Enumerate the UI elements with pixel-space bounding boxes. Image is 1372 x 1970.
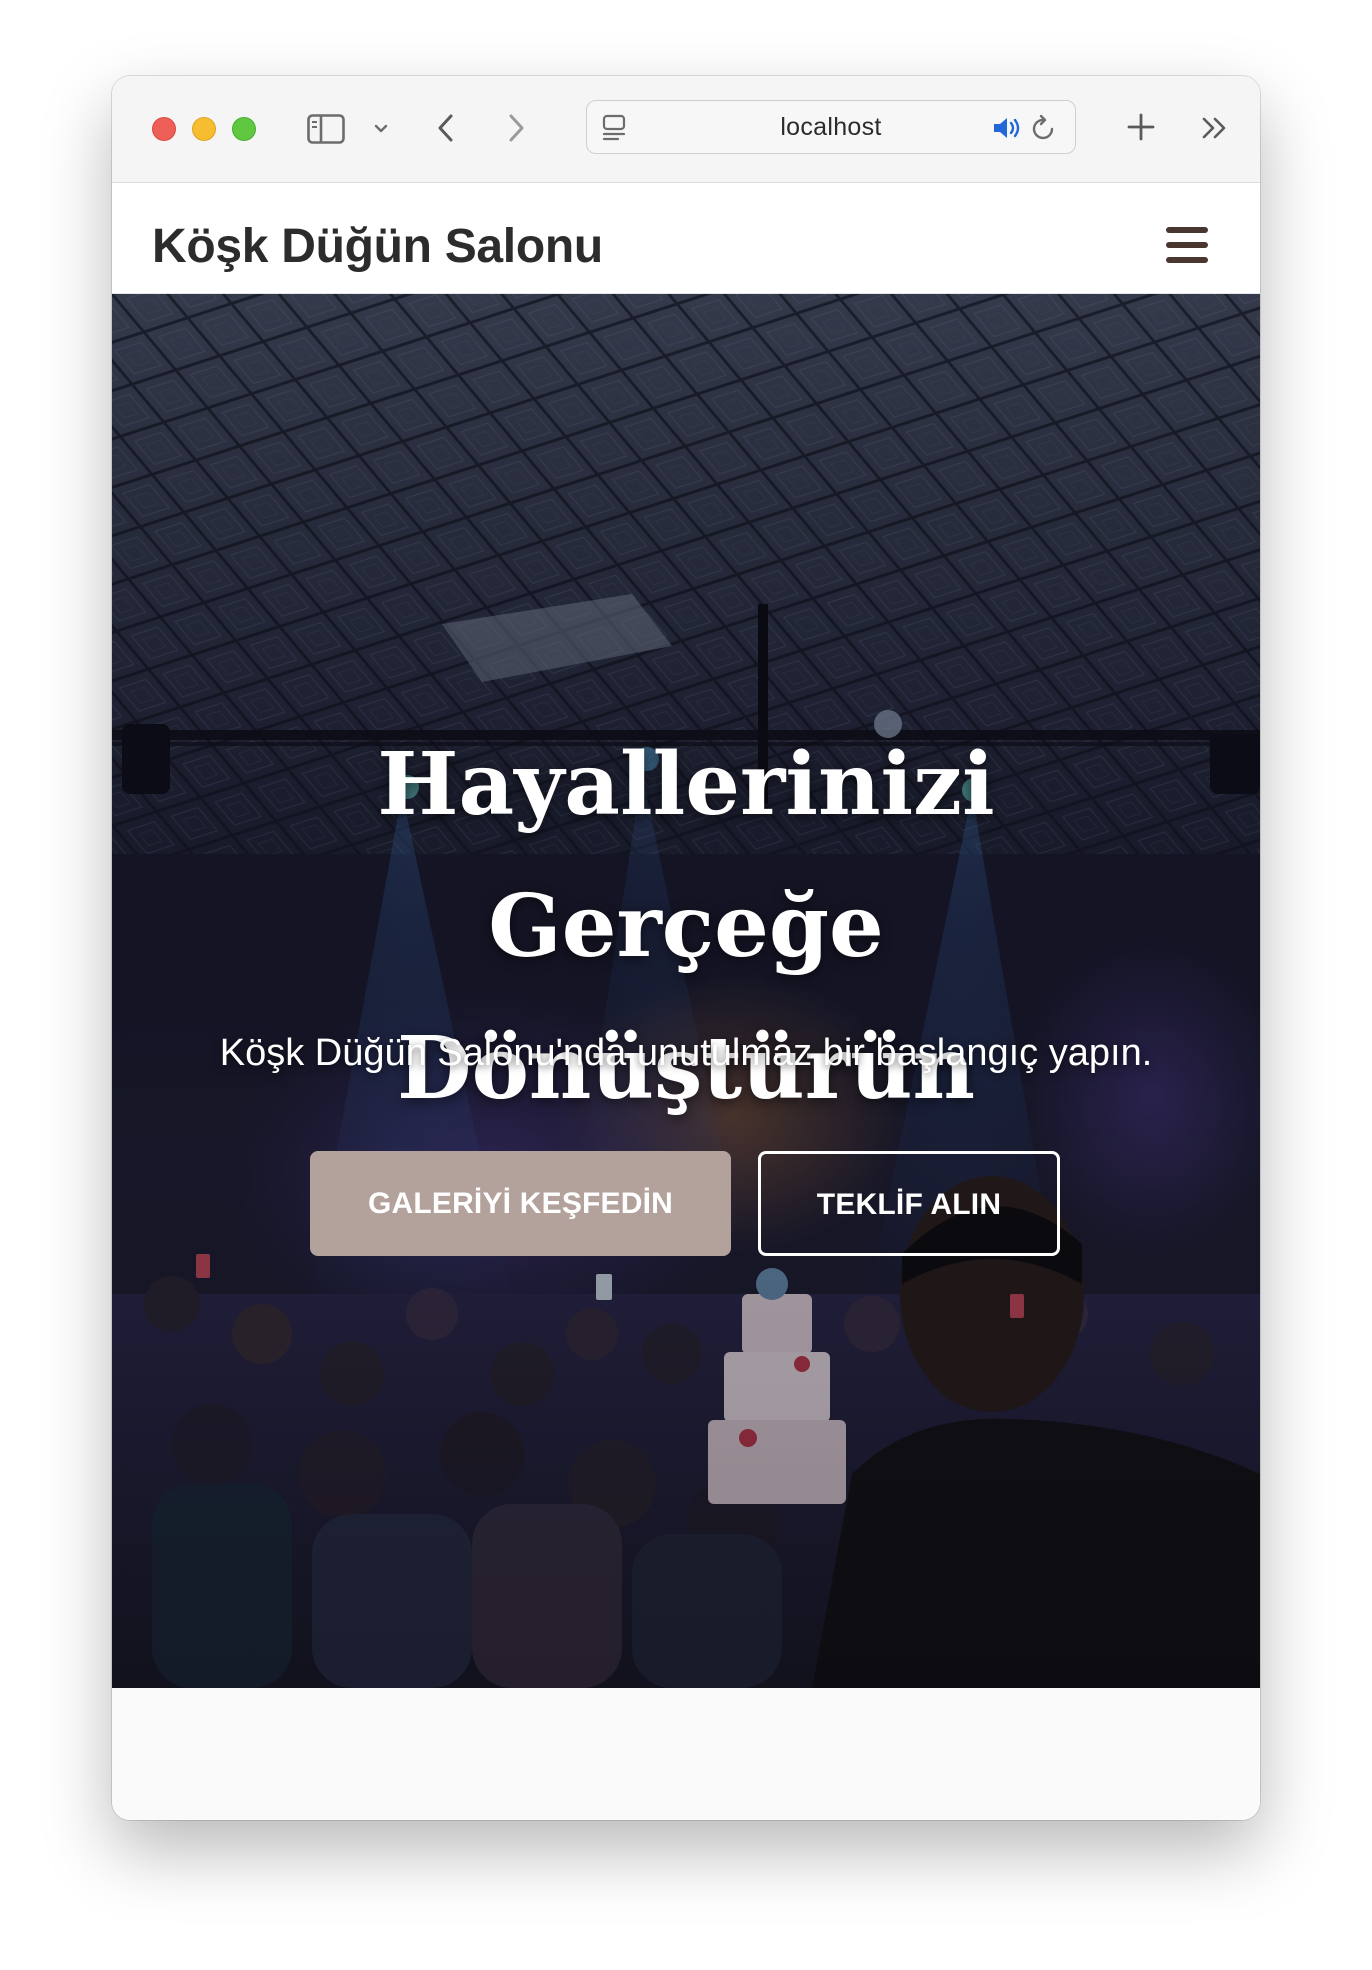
browser-toolbar: localhost	[112, 76, 1260, 183]
sidebar-icon[interactable]	[306, 112, 346, 146]
page-content-below-hero	[112, 1688, 1260, 1820]
reload-icon[interactable]	[1029, 113, 1059, 143]
speaker-icon[interactable]	[991, 114, 1025, 142]
browser-window: localhost Köşk Düğün Salonu Hayalleriniz…	[112, 76, 1260, 1820]
hamburger-icon[interactable]	[1166, 227, 1208, 265]
chevron-down-icon[interactable]	[372, 120, 390, 138]
forward-icon[interactable]	[504, 110, 530, 146]
site-navbar: Köşk Düğün Salonu	[112, 183, 1260, 294]
minimize-window-button[interactable]	[192, 117, 216, 141]
overflow-icon[interactable]	[1198, 114, 1232, 142]
address-bar[interactable]: localhost	[586, 100, 1076, 154]
hero-section: Hayallerinizi Gerçeğe Dönüştürün Köşk Dü…	[112, 294, 1260, 1688]
close-window-button[interactable]	[152, 117, 176, 141]
zoom-window-button[interactable]	[232, 117, 256, 141]
site-brand-logo[interactable]: Köşk Düğün Salonu	[152, 183, 603, 293]
hero-title: Hayallerinizi Gerçeğe Dönüştürün	[377, 734, 995, 1119]
explore-gallery-button[interactable]: GALERİYİ KEŞFEDİN	[310, 1151, 731, 1256]
new-tab-icon[interactable]	[1124, 110, 1158, 144]
back-icon[interactable]	[432, 110, 458, 146]
hero-subtitle: Köşk Düğün Salonu'nda unutulmaz bir başl…	[219, 1032, 1153, 1074]
get-quote-button[interactable]: TEKLİF ALIN	[758, 1151, 1060, 1256]
